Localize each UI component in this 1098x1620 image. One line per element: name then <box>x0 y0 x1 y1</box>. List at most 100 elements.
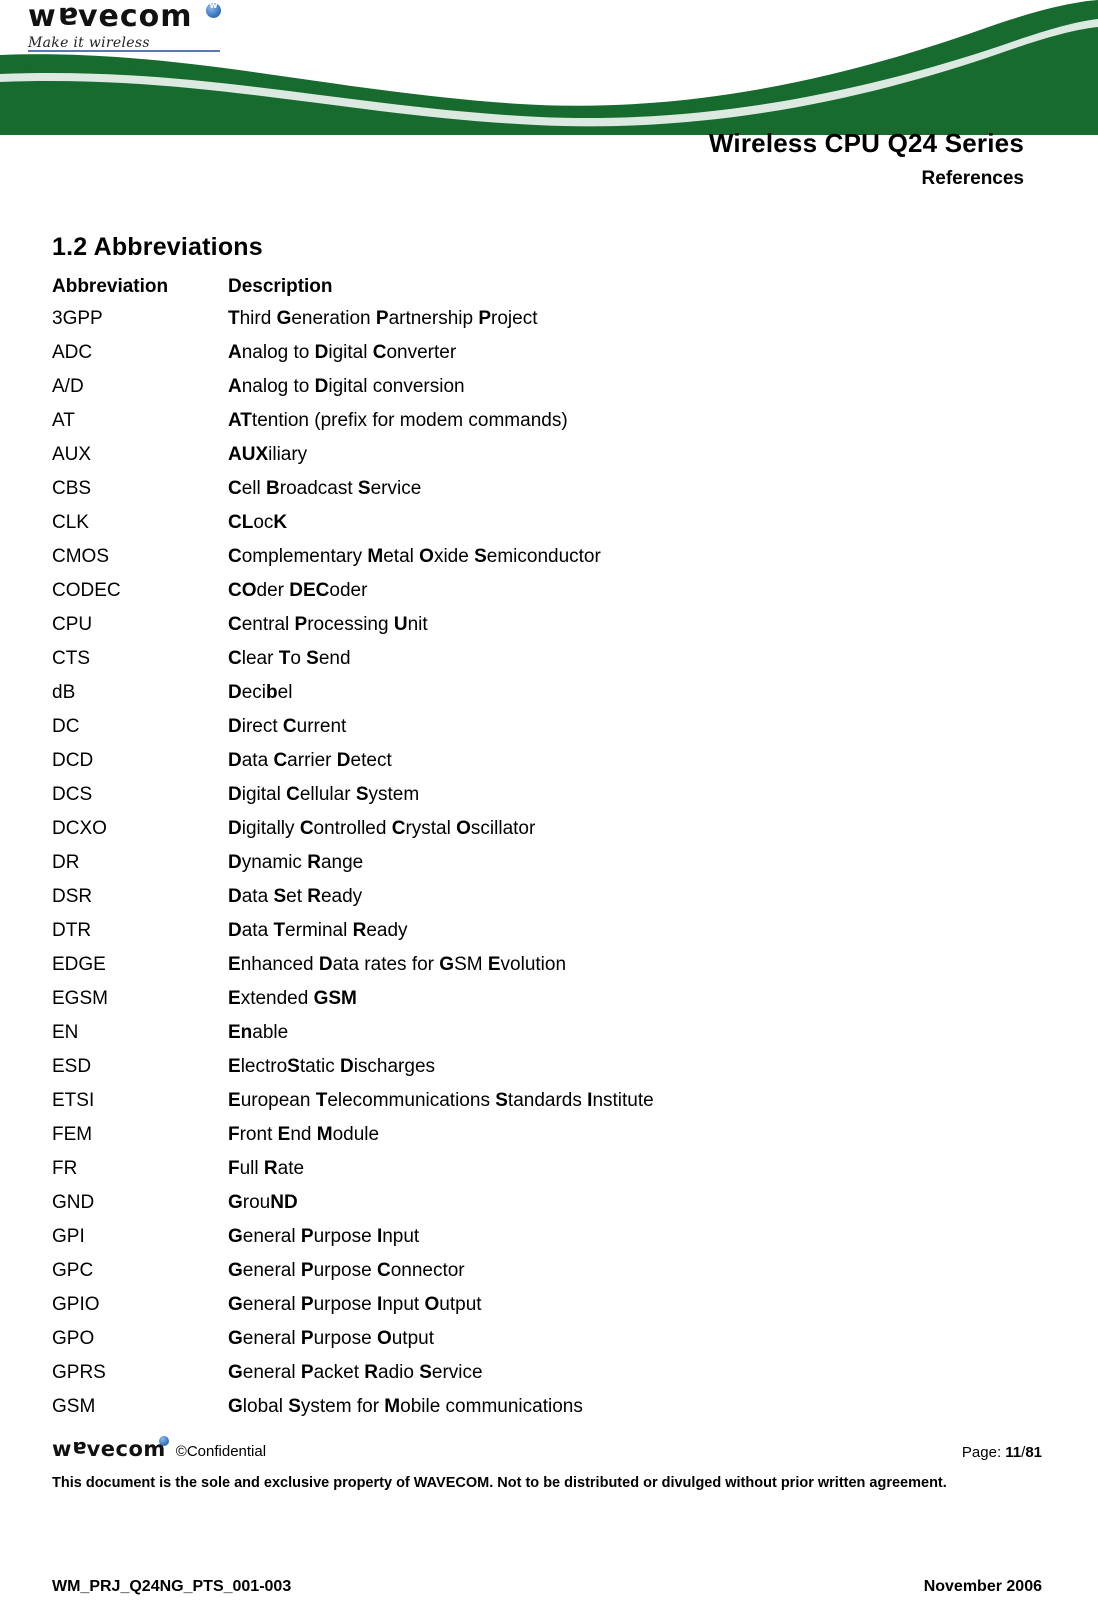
table-row: DC Direct Current <box>52 710 1042 744</box>
table-row: DCS Digital Cellular System <box>52 778 1042 812</box>
abbreviation-cell: ESD <box>52 1056 92 1077</box>
footer-logo-letter-w: w <box>52 1437 72 1461</box>
table-row: GPI General Purpose Input <box>52 1220 1042 1254</box>
page-total: 81 <box>1025 1444 1042 1461</box>
description-cell: COder DECoder <box>228 580 368 601</box>
table-row: CTS Clear To Send <box>52 642 1042 676</box>
logo-letter-w: w <box>28 0 57 34</box>
abbreviation-cell: GPIO <box>52 1294 100 1315</box>
table-row: GPIO General Purpose Input Output <box>52 1288 1042 1322</box>
abbreviation-cell: ADC <box>52 342 93 363</box>
table-row: dB Decibel <box>52 676 1042 710</box>
document-page: wavecom Make it wireless Wireless CPU Q2… <box>0 0 1098 1620</box>
page-current: 11 <box>1005 1444 1022 1461</box>
table-row: GPRS General Packet Radio Service <box>52 1356 1042 1390</box>
table-row: EN Enable <box>52 1016 1042 1050</box>
table-row: EDGE Enhanced Data rates for GSM Evolutio… <box>52 948 1042 982</box>
abbreviation-cell: A/D <box>52 376 84 397</box>
description-cell: Cell Broadcast Service <box>228 478 422 499</box>
abbreviation-cell: GPC <box>52 1260 94 1281</box>
abbreviation-cell: CMOS <box>52 546 109 567</box>
abbreviation-cell: EGSM <box>52 988 108 1009</box>
description-cell: Enable <box>228 1022 289 1043</box>
abbreviation-cell: GPRS <box>52 1362 106 1383</box>
description-cell: Extended GSM <box>228 988 357 1009</box>
legal-notice: This document is the sole and exclusive … <box>52 1475 947 1491</box>
table-row: 3GPP Third Generation Partnership Project <box>52 302 1042 336</box>
table-row: ETSI European Telecommunications Standard… <box>52 1084 1042 1118</box>
section-heading: 1.2 Abbreviations <box>52 233 263 261</box>
description-cell: GrouND <box>228 1192 298 1213</box>
wavecom-logo: wavecom Make it wireless <box>28 0 258 54</box>
description-cell: Decibel <box>228 682 293 703</box>
description-cell: General Packet Radio Service <box>228 1362 483 1383</box>
logo-globe-icon <box>206 1 221 18</box>
footer-left: wavecom ©Confidential <box>52 1436 267 1461</box>
description-cell: General Purpose Input Output <box>228 1294 482 1315</box>
footer-logo-letter-a-rotated: a <box>71 1437 87 1461</box>
column-header-abbreviation: Abbreviation <box>52 276 169 297</box>
abbreviation-cell: FR <box>52 1158 78 1179</box>
abbreviation-cell: CPU <box>52 614 93 635</box>
page-number: Page: 11/81 <box>962 1444 1042 1461</box>
description-cell: Direct Current <box>228 716 347 737</box>
table-row: GSM Global System for Mobile communicatio… <box>52 1390 1042 1424</box>
abbreviation-cell: EDGE <box>52 954 106 975</box>
table-row: ESD ElectroStatic Discharges <box>52 1050 1042 1084</box>
logo-wordmark: wavecom <box>28 0 258 35</box>
table-row: AT ATtention (prefix for modem commands) <box>52 404 1042 438</box>
description-cell: European Telecommunications Standards In… <box>228 1090 654 1111</box>
description-cell: General Purpose Connector <box>228 1260 465 1281</box>
description-cell: Enhanced Data rates for GSM Evolution <box>228 954 567 975</box>
table-row: A/D Analog to Digital conversion <box>52 370 1042 404</box>
footer-top-row: wavecom ©Confidential Page: 11/81 <box>52 1436 1042 1461</box>
table-row: DTR Data Terminal Ready <box>52 914 1042 948</box>
abbreviation-cell: DC <box>52 716 80 737</box>
abbreviation-cell: GPI <box>52 1226 85 1247</box>
document-date: November 2006 <box>923 1578 1042 1595</box>
logo-tagline: Make it wireless <box>28 35 150 51</box>
logo-letters-vecom: vecom <box>77 0 193 34</box>
abbreviation-cell: CODEC <box>52 580 121 601</box>
description-cell: ATtention (prefix for modem commands) <box>228 410 568 431</box>
table-row: DCD Data Carrier Detect <box>52 744 1042 778</box>
table-row: GPC General Purpose Connector <box>52 1254 1042 1288</box>
description-cell: Data Carrier Detect <box>228 750 392 771</box>
abbreviation-cell: GND <box>52 1192 95 1213</box>
description-cell: AUXiliary <box>228 444 308 465</box>
description-cell: Full Rate <box>228 1158 305 1179</box>
table-row: FR Full Rate <box>52 1152 1042 1186</box>
abbreviation-cell: ETSI <box>52 1090 95 1111</box>
abbreviations-table: Abbreviation Description 3GPP Third Gener… <box>52 276 1042 1424</box>
footer-logo-letters-vecom: vecom <box>86 1437 166 1461</box>
description-cell: Central Processing Unit <box>228 614 428 635</box>
description-cell: Front End Module <box>228 1124 380 1145</box>
table-row: FEM Front End Module <box>52 1118 1042 1152</box>
abbreviation-cell: FEM <box>52 1124 93 1145</box>
column-header-description: Description <box>228 276 333 297</box>
abbreviation-cell: DR <box>52 852 80 873</box>
document-id: WM_PRJ_Q24NG_PTS_001-003 <box>52 1578 292 1595</box>
table-row: GPO General Purpose Output <box>52 1322 1042 1356</box>
table-row: CODEC COder DECoder <box>52 574 1042 608</box>
abbreviation-cell: CLK <box>52 512 89 533</box>
table-row: DSR Data Set Ready <box>52 880 1042 914</box>
description-cell: Analog to Digital Converter <box>228 342 457 363</box>
abbreviation-cell: CBS <box>52 478 92 499</box>
table-row: CLK CLocK <box>52 506 1042 540</box>
description-cell: Complementary Metal Oxide Semiconductor <box>228 546 601 567</box>
table-row: GND GrouND <box>52 1186 1042 1220</box>
table-body: 3GPP Third Generation Partnership Project… <box>52 302 1042 1424</box>
description-cell: Dynamic Range <box>228 852 364 873</box>
description-cell: Global System for Mobile communications <box>228 1396 583 1417</box>
logo-letter-a-rotated: a <box>56 0 78 35</box>
table-row: AUX AUXiliary <box>52 438 1042 472</box>
description-cell: Third Generation Partnership Project <box>228 308 538 329</box>
description-cell: General Purpose Input <box>228 1226 420 1247</box>
table-row: CMOS Complementary Metal Oxide Semiconduc… <box>52 540 1042 574</box>
abbreviation-cell: GSM <box>52 1396 96 1417</box>
confidential-notice: ©Confidential <box>175 1443 267 1460</box>
abbreviation-cell: DSR <box>52 886 93 907</box>
description-cell: General Purpose Output <box>228 1328 434 1349</box>
table-row: ADC Analog to Digital Converter <box>52 336 1042 370</box>
